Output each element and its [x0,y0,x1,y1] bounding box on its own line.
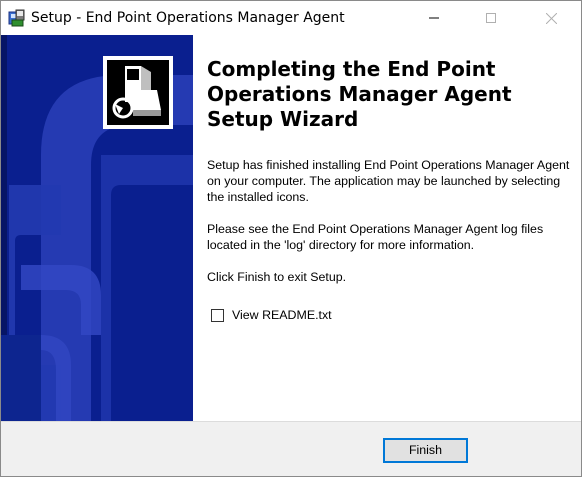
title-bar[interactable]: Setup - End Point Operations Manager Age… [1,1,581,35]
maximize-button[interactable] [468,1,514,35]
close-button[interactable] [528,1,574,35]
view-readme-checkbox[interactable] [211,308,224,322]
exit-instruction: Click Finish to exit Setup. [207,270,347,284]
minimize-icon [429,17,439,19]
minimize-button[interactable] [411,1,457,35]
finish-button[interactable]: Finish [383,438,468,463]
close-icon [545,12,557,24]
wizard-footer: Finish [1,421,581,476]
completion-message: Setup has finished installing End Point … [207,158,570,204]
maximize-icon [486,13,496,23]
setup-installer-icon[interactable] [8,9,26,27]
window-title: Setup - End Point Operations Manager Age… [31,10,345,26]
log-info-message: Please see the End Point Operations Mana… [207,222,544,252]
view-readme-option[interactable]: View README.txt [211,307,332,323]
setup-window: Setup - End Point Operations Manager Age… [0,0,582,477]
computer-setup-icon [103,56,173,129]
wizard-side-banner [1,35,193,421]
page-title: Completing the End Point Operations Mana… [207,57,512,131]
wizard-content: Completing the End Point Operations Mana… [193,35,581,421]
view-readme-label[interactable]: View README.txt [232,308,332,322]
